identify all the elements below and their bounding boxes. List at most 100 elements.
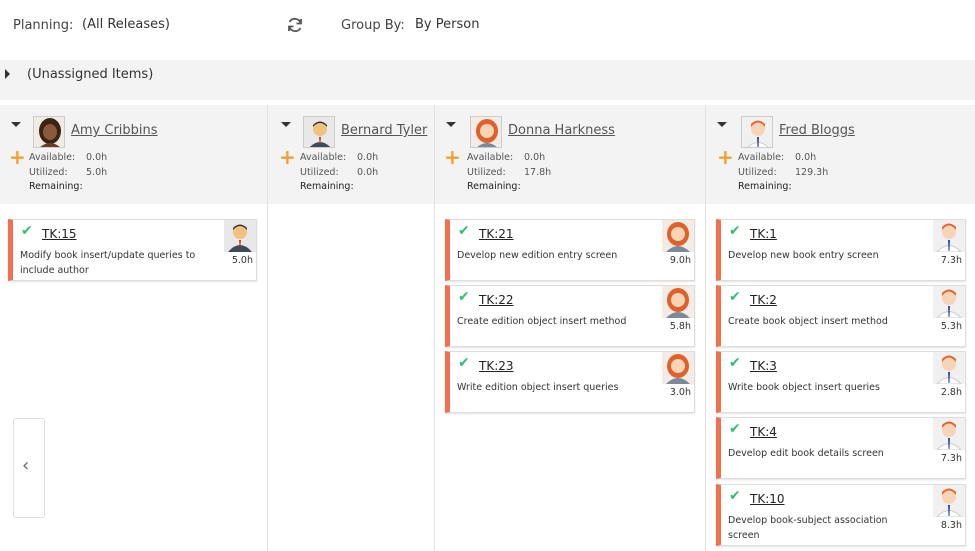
task-hours: 8.3h: [940, 520, 962, 531]
avatar: [933, 418, 965, 450]
task-description: Modify book insert/update queries to incl…: [20, 250, 196, 276]
task-card[interactable]: ✔ TK:3 Write book object insert queries …: [716, 351, 966, 413]
check-icon: ✔: [729, 223, 741, 239]
available-stat: Available: 0.0h: [300, 152, 379, 163]
avatar: [662, 286, 694, 318]
unassigned-group[interactable]: (Unassigned Items): [0, 60, 975, 100]
check-icon: ✔: [729, 488, 741, 504]
avatar: [933, 220, 965, 252]
utilized-stat: Utilized: 17.8h: [467, 167, 552, 178]
planning-label: Planning:: [13, 18, 74, 33]
collapse-caret-icon[interactable]: [11, 122, 21, 127]
task-hours: 7.3h: [940, 453, 962, 464]
task-description: Develop new edition entry screen: [457, 250, 618, 261]
task-id-link[interactable]: TK:2: [750, 293, 777, 307]
task-description: Create book object insert method: [728, 316, 888, 327]
available-stat: Available: 0.0h: [467, 152, 546, 163]
collapse-caret-icon[interactable]: [281, 122, 291, 127]
task-card[interactable]: ✔ TK:23 Write edition object insert quer…: [445, 351, 695, 413]
task-card[interactable]: ✔ TK:10 Develop book-subject association…: [716, 484, 966, 546]
avatar: [303, 116, 335, 148]
available-stat: Available: 0.0h: [29, 152, 108, 163]
task-card[interactable]: ✔ TK:22 Create edition object insert met…: [445, 285, 695, 347]
person-column: Fred Bloggs + Available: 0.0h Utilized: 12…: [706, 105, 975, 551]
utilized-stat: Utilized: 5.0h: [29, 167, 108, 178]
check-icon: ✔: [458, 289, 470, 305]
avatar: [470, 116, 502, 148]
task-description: Develop new book entry screen: [728, 250, 879, 261]
toolbar: Planning: (All Releases) Group By: By Pe…: [0, 0, 975, 60]
check-icon: ✔: [21, 223, 33, 239]
add-task-icon[interactable]: +: [279, 147, 296, 167]
check-icon: ✔: [729, 421, 741, 437]
person-name-link[interactable]: Amy Cribbins: [71, 123, 158, 138]
task-id-link[interactable]: TK:1: [750, 227, 777, 241]
refresh-icon[interactable]: [286, 16, 304, 34]
task-id-link[interactable]: TK:4: [750, 425, 777, 439]
task-hours: 5.0h: [231, 255, 253, 266]
check-icon: ✔: [458, 223, 470, 239]
task-hours: 9.0h: [669, 255, 691, 266]
task-id-link[interactable]: TK:3: [750, 359, 777, 373]
task-hours: 7.3h: [940, 255, 962, 266]
column-header: Amy Cribbins + Available: 0.0h Utilized: 5…: [0, 105, 267, 204]
available-stat: Available: 0.0h: [738, 152, 817, 163]
task-description: Develop edit book details screen: [728, 448, 884, 459]
avatar: [33, 116, 65, 148]
avatar: [933, 286, 965, 318]
column-header: Bernard Tyler + Available: 0.0h Utilized:…: [268, 105, 434, 204]
utilized-stat: Utilized: 0.0h: [300, 167, 379, 178]
task-card[interactable]: ✔ TK:4 Develop edit book details screen …: [716, 417, 966, 479]
scroll-left-button[interactable]: ‹: [13, 418, 45, 518]
task-id-link[interactable]: TK:21: [479, 227, 514, 241]
person-column: Bernard Tyler + Available: 0.0h Utilized:…: [268, 105, 435, 551]
task-card[interactable]: ✔ TK:21 Develop new edition entry screen…: [445, 219, 695, 281]
task-description: Create edition object insert method: [457, 316, 627, 327]
column-header: Fred Bloggs + Available: 0.0h Utilized: 12…: [706, 105, 975, 204]
groupby-dropdown[interactable]: By Person: [415, 17, 479, 32]
utilized-stat: Utilized: 129.3h: [738, 167, 829, 178]
add-task-icon[interactable]: +: [717, 147, 734, 167]
planning-dropdown[interactable]: (All Releases): [82, 17, 170, 32]
avatar: [662, 352, 694, 384]
task-id-link[interactable]: TK:22: [479, 293, 514, 307]
check-icon: ✔: [729, 289, 741, 305]
task-hours: 2.8h: [940, 387, 962, 398]
chevron-left-icon: ‹: [22, 455, 30, 476]
remaining-stat: Remaining:: [300, 181, 354, 192]
task-card[interactable]: ✔ TK:2 Create book object insert method …: [716, 285, 966, 347]
person-name-link[interactable]: Bernard Tyler: [341, 123, 427, 138]
task-hours: 3.0h: [669, 387, 691, 398]
task-card[interactable]: ✔ TK:15 Modify book insert/update querie…: [8, 219, 257, 281]
groupby-label: Group By:: [341, 18, 405, 33]
collapse-caret-icon[interactable]: [446, 122, 456, 127]
task-description: Write edition object insert queries: [457, 382, 619, 393]
collapse-caret-icon[interactable]: [717, 122, 727, 127]
task-id-link[interactable]: TK:23: [479, 359, 514, 373]
person-name-link[interactable]: Donna Harkness: [508, 123, 615, 138]
check-icon: ✔: [729, 355, 741, 371]
avatar: [224, 220, 256, 252]
check-icon: ✔: [458, 355, 470, 371]
avatar: [933, 352, 965, 384]
task-id-link[interactable]: TK:15: [42, 227, 77, 241]
planning-board: Amy Cribbins + Available: 0.0h Utilized: 5…: [0, 105, 975, 551]
task-id-link[interactable]: TK:10: [750, 492, 785, 506]
task-description: Develop book-subject association screen: [728, 515, 888, 541]
avatar: [933, 485, 965, 517]
add-task-icon[interactable]: +: [9, 147, 26, 167]
add-task-icon[interactable]: +: [444, 147, 461, 167]
task-hours: 5.8h: [669, 321, 691, 332]
avatar: [741, 116, 773, 148]
avatar: [662, 220, 694, 252]
expand-caret-icon[interactable]: [5, 69, 10, 79]
remaining-stat: Remaining:: [29, 181, 83, 192]
unassigned-label: (Unassigned Items): [27, 67, 154, 82]
task-card[interactable]: ✔ TK:1 Develop new book entry screen 7.3…: [716, 219, 966, 281]
task-description: Write book object insert queries: [728, 382, 880, 393]
remaining-stat: Remaining:: [467, 181, 521, 192]
person-column: Donna Harkness + Available: 0.0h Utilized…: [435, 105, 706, 551]
remaining-stat: Remaining:: [738, 181, 792, 192]
task-hours: 5.3h: [940, 321, 962, 332]
person-name-link[interactable]: Fred Bloggs: [779, 123, 855, 138]
